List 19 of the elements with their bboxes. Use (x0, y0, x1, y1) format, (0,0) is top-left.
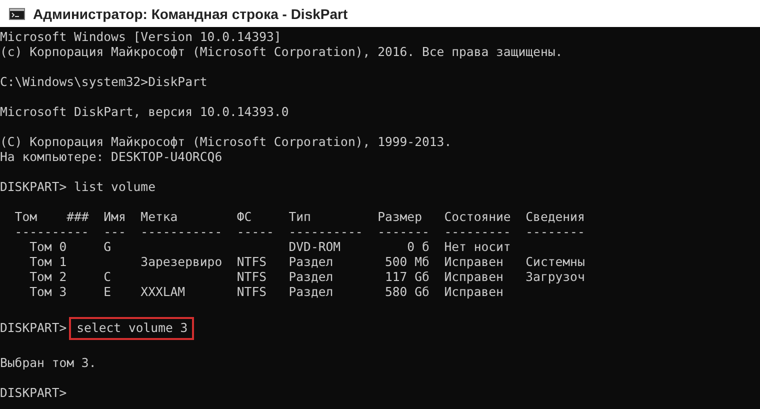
console-prompt: DISKPART> (0, 320, 67, 336)
console-line: (c) Корпорация Майкрософт (Microsoft Corporation), 2016. Все права защищены. (0, 45, 564, 60)
console-line: ---------- --- ----------- ----- ---------- ------- --------- -------- (14, 225, 586, 240)
console-line: Том 1 Зарезервиро NTFS Раздел 500 Мб Исправен Системны (28, 255, 586, 270)
console-line: DISKPART> list volume (0, 180, 156, 195)
console-line: Том 3 E XXXLAM NTFS Раздел 580 Gб Исправен (28, 285, 504, 300)
highlighted-command: select volume 3 (68, 316, 194, 340)
console-line: Том ### Имя Метка ФС Тип Размер Состояние Сведения (14, 210, 586, 225)
console-icon (9, 8, 25, 20)
console-line: Выбран том 3. (0, 356, 98, 371)
console-line: DISKPART> (0, 386, 68, 401)
console-line: C:\Windows\system32>DiskPart (0, 75, 208, 90)
console-line: (C) Корпорация Майкрософт (Microsoft Corporation), 1999-2013. (0, 135, 453, 150)
console-line: Том 0 G DVD-ROM 0 б Нет носит (28, 240, 512, 255)
console-line: На компьютере: DESKTOP-U4ORCQ6 (0, 150, 224, 165)
console-line: Microsoft Windows [Version 10.0.14393] (0, 30, 282, 45)
console-line: Том 2 C NTFS Раздел 117 Gб Исправен Загрузоч (28, 270, 586, 285)
console-line: Microsoft DiskPart, версия 10.0.14393.0 (0, 105, 290, 120)
window-title: Администратор: Командная строка - DiskPart (33, 6, 348, 22)
